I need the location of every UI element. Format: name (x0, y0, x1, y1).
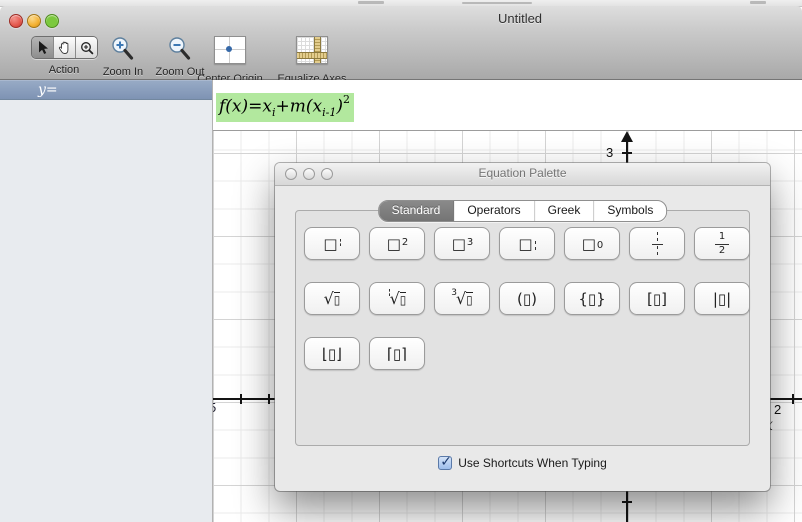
absolute-value-template-button[interactable]: |▯| (694, 282, 750, 315)
x-axis-tick (268, 394, 270, 404)
zoom-in-icon (112, 37, 134, 60)
center-origin-button[interactable]: Center Origin (196, 36, 264, 85)
brackets-template-button[interactable]: [▯] (629, 282, 685, 315)
arrow-tool-button[interactable] (32, 37, 54, 58)
action-segmented-control (31, 36, 98, 59)
nth-root-template-button[interactable]: √ ▯ (369, 282, 425, 315)
palette-button-row: □ □ 2 □ 3 □ □ 0 1 2 (304, 227, 750, 260)
cube-root-template-button[interactable]: 3 √ ▯ (434, 282, 490, 315)
x-axis-tick (240, 394, 242, 404)
equation-list-sidebar: y= (0, 80, 213, 522)
shortcuts-checkbox-row: Use Shortcuts When Typing (275, 453, 770, 470)
zoom-in-button[interactable]: Zoom In (99, 36, 147, 78)
floor-template-button[interactable]: ⌊▯⌋ (304, 337, 360, 370)
background-text-fragment (358, 1, 384, 4)
window-title: Untitled (497, 11, 543, 26)
sidebar-item-y-equals[interactable]: y= (0, 80, 212, 100)
parentheses-template-button[interactable]: (▯) (499, 282, 555, 315)
subscript-template-button[interactable]: □ (499, 227, 555, 260)
hand-icon (58, 41, 69, 54)
minimize-window-button[interactable] (27, 14, 41, 28)
tab-standard[interactable]: Standard (378, 201, 455, 221)
use-shortcuts-label: Use Shortcuts When Typing (458, 456, 607, 470)
palette-tab-bar: Standard Operators Greek Symbols (377, 200, 668, 222)
superscript-template-button[interactable]: □ (304, 227, 360, 260)
palette-titlebar[interactable]: Equation Palette (275, 163, 770, 186)
one-half-fraction-button[interactable]: 12 (694, 227, 750, 260)
background-text-fragment (750, 1, 766, 4)
subscript-zero-template-button[interactable]: □ 0 (564, 227, 620, 260)
equation-text[interactable]: f(x)=xi+m(xi-1)2 (216, 93, 354, 123)
tab-symbols[interactable]: Symbols (594, 201, 666, 221)
toolbar-label: Zoom In (102, 66, 144, 78)
palette-window-title: Equation Palette (478, 166, 567, 180)
close-window-button[interactable] (285, 168, 297, 180)
square-root-template-button[interactable]: √ ▯ (304, 282, 360, 315)
tab-operators[interactable]: Operators (454, 201, 535, 221)
palette-button-row: √ ▯ √ ▯ 3 √ ▯ (▯) {▯} [▯] |▯| (304, 282, 750, 315)
x-axis-number-partial: 5 (213, 400, 220, 416)
y-axis-tick (622, 501, 632, 503)
zoom-window-button[interactable] (45, 14, 59, 28)
braces-template-button[interactable]: {▯} (564, 282, 620, 315)
minimize-window-button[interactable] (303, 168, 315, 180)
equation-bar: f(x)=xi+m(xi-1)2 (213, 80, 802, 131)
y-axis-tick (622, 152, 632, 154)
use-shortcuts-checkbox[interactable] (438, 453, 453, 470)
toolbar-label: Action (48, 64, 80, 76)
window-header: Untitled Action Zoom In Zoom Out Center … (0, 6, 802, 85)
zoom-window-button[interactable] (321, 168, 333, 180)
magnifier-icon (80, 41, 93, 54)
toolbar-item-action: Action (31, 36, 98, 76)
cube-template-button[interactable]: □ 3 (434, 227, 490, 260)
palette-button-panel: □ □ 2 □ 3 □ □ 0 1 2 √ ▯ √ ▯ 3 √ ▯ (▯) {▯} [▯] |▯| ⌊▯⌋ ⌈▯⌉ (295, 210, 750, 446)
background-text-fragment (462, 2, 532, 4)
ceiling-template-button[interactable]: ⌈▯⌉ (369, 337, 425, 370)
center-origin-icon (214, 36, 246, 64)
y-axis-number: 3 (606, 145, 614, 160)
hand-tool-button[interactable] (54, 37, 76, 58)
tab-greek[interactable]: Greek (535, 201, 595, 221)
palette-button-row: ⌊▯⌋ ⌈▯⌉ (304, 337, 425, 370)
equalize-axes-button[interactable]: Equalize Axes (276, 36, 348, 85)
cursor-arrow-icon (39, 41, 48, 54)
x-axis-number: 2 (774, 402, 782, 417)
equation-palette-window: Equation Palette Standard Operators Gree… (275, 163, 770, 491)
x-axis-tick (792, 394, 794, 404)
zoom-tool-button[interactable] (76, 37, 97, 58)
close-window-button[interactable] (9, 14, 23, 28)
equalize-axes-icon (296, 36, 328, 64)
zoom-out-icon (169, 37, 191, 60)
fraction-template-button[interactable] (629, 227, 685, 260)
square-template-button[interactable]: □ 2 (369, 227, 425, 260)
